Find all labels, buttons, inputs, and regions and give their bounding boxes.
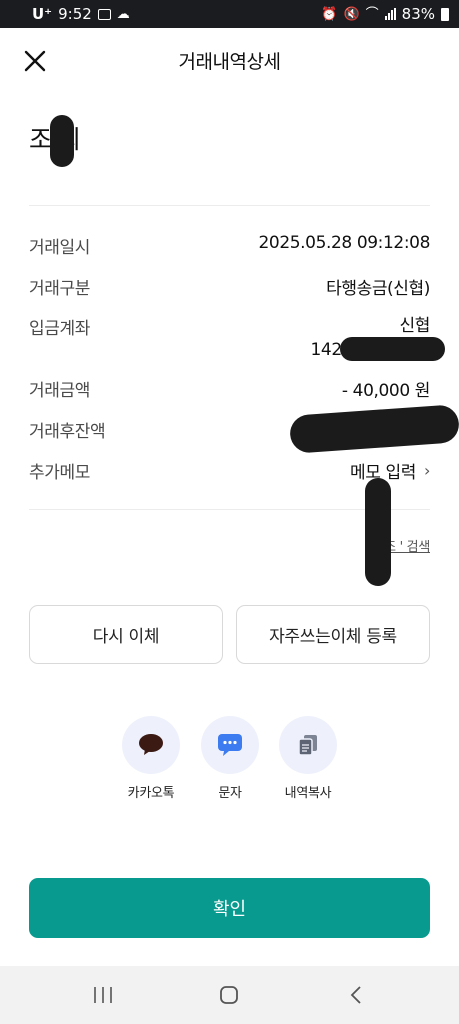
header: 거래내역상세 [0, 28, 459, 92]
search-redaction [365, 478, 391, 586]
close-button[interactable] [18, 44, 52, 78]
share-kakao-button[interactable]: 카카오톡 [106, 716, 196, 801]
confirm-button[interactable]: 확인 [29, 878, 430, 938]
sms-label: 문자 [218, 786, 242, 801]
chevron-right-icon: › [424, 461, 430, 480]
datetime-value: 2025.05.28 09:12:08 [258, 233, 431, 253]
copy-label: 내역복사 [284, 786, 332, 801]
account-label: 입금계좌 [29, 319, 90, 339]
type-label: 거래구분 [29, 279, 90, 299]
kakaotalk-icon [139, 734, 163, 755]
name-redaction [50, 115, 74, 167]
close-icon [24, 50, 46, 72]
battery-icon [441, 7, 449, 21]
memo-label: 추가메모 [29, 463, 90, 483]
message-icon [218, 734, 242, 756]
share-copy-button[interactable]: 내역복사 [263, 716, 353, 801]
kakao-icon-circle [122, 716, 180, 774]
home-button[interactable] [199, 975, 259, 1015]
detail-row-amount: 거래금액 - 40,000 원 [29, 376, 430, 401]
amount-value: - 40,000 원 [341, 381, 430, 401]
amount-label: 거래금액 [29, 381, 90, 401]
favorite-transfer-button[interactable]: 자주쓰는이체 등록 [236, 605, 430, 664]
battery-percent: 83% [401, 5, 435, 23]
signal-icon [384, 8, 396, 20]
account-redaction [340, 337, 445, 361]
back-icon [350, 986, 361, 1004]
account-number: 142 [310, 340, 343, 360]
clock: 9:52 [58, 5, 92, 23]
page-title: 거래내역상세 [178, 50, 281, 73]
carrier-label: U⁺ [32, 5, 53, 23]
divider [29, 205, 430, 206]
account-bank: 신협 [399, 316, 431, 336]
home-icon [220, 986, 239, 1004]
status-bar: U⁺ 9:52 ☁ ⏰ 🔇 ⌒ 83% [0, 0, 459, 28]
copy-icon-circle [279, 716, 337, 774]
copy-icon [298, 735, 317, 756]
detail-row-type: 거래구분 타행송금(신협) [29, 274, 430, 299]
retransfer-button[interactable]: 다시 이체 [29, 605, 223, 664]
system-navigation-bar [0, 966, 459, 1024]
kakao-label: 카카오톡 [127, 786, 175, 801]
type-value: 타행송금(신협) [326, 279, 430, 299]
balance-label: 거래후잔액 [29, 422, 106, 442]
image-notification-icon [97, 8, 111, 20]
alarm-icon: ⏰ [321, 6, 338, 22]
detail-row-datetime: 거래일시 2025.05.28 09:12:08 [29, 233, 430, 258]
recent-apps-icon [94, 987, 112, 1003]
back-button[interactable] [326, 975, 386, 1015]
recent-apps-button[interactable] [73, 975, 133, 1015]
share-sms-button[interactable]: 문자 [185, 716, 275, 801]
sms-icon-circle [201, 716, 259, 774]
mute-icon: 🔇 [343, 6, 360, 22]
datetime-label: 거래일시 [29, 238, 90, 258]
wifi-icon: ⌒ [365, 6, 379, 22]
chat-notification-icon: ☁ [116, 6, 130, 22]
memo-input-link[interactable]: 메모 입력 › [350, 458, 430, 483]
balance-redaction [288, 404, 459, 454]
